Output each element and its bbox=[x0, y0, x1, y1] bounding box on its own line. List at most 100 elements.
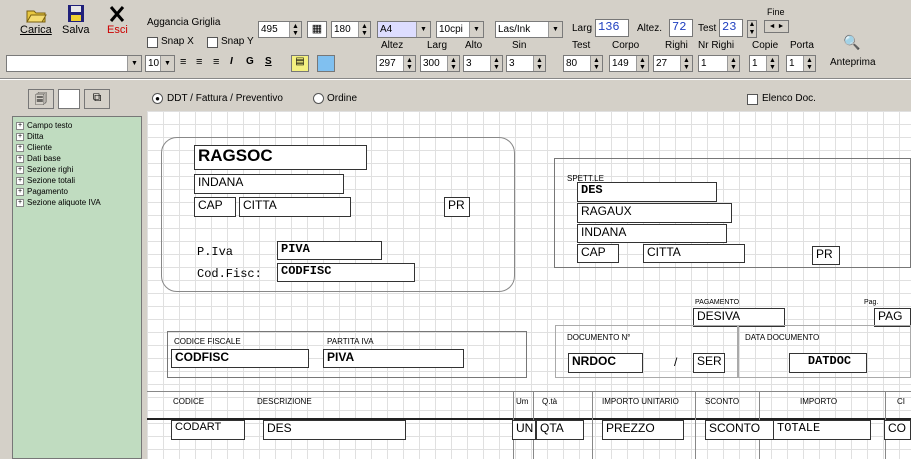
field-nrdoc[interactable]: NRDOC bbox=[568, 353, 643, 373]
paper-select[interactable]: A4 ▼ bbox=[377, 21, 431, 38]
preview-icon[interactable]: 🔍 bbox=[843, 34, 860, 51]
italic-button[interactable]: I bbox=[230, 56, 233, 67]
grid-x-spinner[interactable]: 495 ▲ ▼ bbox=[258, 21, 302, 38]
tree-item[interactable]: + Ditta bbox=[13, 131, 141, 142]
expand-plus-icon[interactable]: + bbox=[16, 176, 24, 185]
expand-plus-icon[interactable]: + bbox=[16, 143, 24, 152]
field-pr[interactable]: PR bbox=[444, 197, 470, 217]
blank-box[interactable] bbox=[58, 89, 80, 109]
test-spinner[interactable]: 80 ▲ ▼ bbox=[563, 55, 603, 72]
field-piva[interactable]: PIVA bbox=[277, 241, 382, 260]
copie-spinner[interactable]: 1 ▲ ▼ bbox=[749, 55, 779, 72]
cpi-select[interactable]: 10cpi ▼ bbox=[436, 21, 484, 38]
h-porta: Porta bbox=[790, 40, 814, 51]
field-cap2[interactable]: CAP bbox=[577, 244, 619, 263]
esci-button[interactable]: Esci bbox=[107, 4, 128, 36]
expand-plus-icon[interactable]: + bbox=[16, 198, 24, 207]
printer-select[interactable]: Las/Ink ▼ bbox=[495, 21, 563, 38]
righi-header bbox=[147, 391, 911, 421]
field-codfisc[interactable]: CODFISC bbox=[277, 263, 415, 282]
test-label: Test bbox=[698, 23, 717, 34]
underline-button[interactable]: S bbox=[265, 56, 272, 67]
righi-spinner[interactable]: 27 ▲ ▼ bbox=[653, 55, 693, 72]
expand-plus-icon[interactable]: + bbox=[16, 132, 24, 141]
table-icon[interactable]: ▤ bbox=[291, 55, 309, 72]
expand-plus-icon[interactable]: + bbox=[16, 187, 24, 196]
sin-spinner[interactable]: 3 ▲ ▼ bbox=[506, 55, 546, 72]
field-sconto[interactable]: SCONTO bbox=[705, 420, 778, 440]
grid-icon[interactable]: ▦ bbox=[307, 21, 327, 38]
field-ragaux[interactable]: RAGAUX bbox=[577, 203, 732, 223]
field-codfisc2[interactable]: CODFISC bbox=[171, 349, 309, 368]
align-right-icon[interactable]: ≡ bbox=[213, 56, 219, 68]
properties-icon[interactable]: 🗐 bbox=[28, 89, 54, 109]
col-descrizione: DESCRIZIONE bbox=[257, 397, 312, 406]
field-piva2[interactable]: PIVA bbox=[323, 349, 464, 368]
fine-label: Fine bbox=[767, 7, 785, 17]
field-des[interactable]: DES bbox=[577, 182, 717, 202]
snapy-checkbox[interactable] bbox=[207, 37, 218, 48]
copy-icon[interactable]: ⧉ bbox=[84, 89, 110, 109]
carica-button[interactable]: Carica bbox=[20, 4, 52, 36]
field-citta2[interactable]: CITTA bbox=[643, 244, 745, 263]
altez-spinner[interactable]: 297 ▲ ▼ bbox=[376, 55, 416, 72]
field-ser[interactable]: SER bbox=[693, 353, 725, 373]
field-citta[interactable]: CITTA bbox=[239, 197, 351, 217]
field-indana[interactable]: INDANA bbox=[194, 174, 344, 194]
tree-item[interactable]: + Pagamento bbox=[13, 186, 141, 197]
altez-value[interactable]: 72 bbox=[669, 19, 693, 37]
field-cap[interactable]: CAP bbox=[194, 197, 236, 217]
nrrighi-spinner[interactable]: 1 ▲ ▼ bbox=[698, 55, 740, 72]
field-codart[interactable]: CODART bbox=[171, 420, 245, 440]
expand-plus-icon[interactable]: + bbox=[16, 165, 24, 174]
font-select[interactable]: ▼ bbox=[6, 55, 142, 72]
field-qta[interactable]: QTA bbox=[536, 420, 584, 440]
field-prezzo[interactable]: PREZZO bbox=[602, 420, 684, 440]
tree-item[interactable]: + Cliente bbox=[13, 142, 141, 153]
snapy-label: Snap Y bbox=[221, 36, 254, 47]
tree-item-label: Sezione righi bbox=[27, 165, 74, 174]
expand-plus-icon[interactable]: + bbox=[16, 121, 24, 130]
grid-y-spinner[interactable]: 180 ▲ ▼ bbox=[331, 21, 371, 38]
design-canvas[interactable]: RAGSOC INDANA CAP CITTA PR P.Iva PIVA Co… bbox=[147, 111, 911, 459]
tree-item-label: Ditta bbox=[27, 132, 44, 141]
fontsize-select[interactable]: 10 ▼ bbox=[145, 55, 175, 72]
tree-item-label: Cliente bbox=[27, 143, 52, 152]
field-un[interactable]: UN bbox=[512, 420, 536, 440]
field-tree[interactable]: + Campo testo + Ditta + Cliente + Dati base + Sez… bbox=[12, 116, 142, 459]
field-datdoc[interactable]: DATDOC bbox=[789, 353, 867, 373]
porta-spinner[interactable]: 1 ▲ ▼ bbox=[786, 55, 816, 72]
test-value[interactable]: 23 bbox=[719, 19, 743, 37]
field-des2[interactable]: DES bbox=[263, 420, 406, 440]
tree-item[interactable]: + Sezione righi bbox=[13, 164, 141, 175]
radio-ordine[interactable] bbox=[313, 93, 324, 104]
snapx-checkbox[interactable] bbox=[147, 37, 158, 48]
tree-item-label: Pagamento bbox=[27, 187, 68, 196]
corpo-spinner[interactable]: 149 ▲ ▼ bbox=[609, 55, 649, 72]
align-left-icon[interactable]: ≡ bbox=[180, 56, 186, 68]
tree-item[interactable]: + Dati base bbox=[13, 153, 141, 164]
field-ragsoc[interactable]: RAGSOC bbox=[194, 145, 367, 170]
tree-item[interactable]: + Sezione aliquote IVA bbox=[13, 197, 141, 208]
bold-button[interactable]: G bbox=[246, 56, 254, 67]
anteprima-button[interactable]: Anteprima bbox=[830, 57, 876, 68]
larg-value[interactable]: 136 bbox=[595, 19, 629, 37]
field-co[interactable]: CO bbox=[884, 420, 911, 440]
image-icon[interactable] bbox=[317, 55, 335, 72]
tree-item[interactable]: + Campo testo bbox=[13, 120, 141, 131]
elenco-checkbox[interactable] bbox=[747, 94, 758, 105]
tree-item[interactable]: + Sezione totali bbox=[13, 175, 141, 186]
field-totale[interactable]: TOTALE bbox=[773, 420, 871, 440]
test-stepper[interactable]: ▲ ▼ bbox=[747, 20, 757, 38]
salva-button[interactable]: Salva bbox=[62, 4, 90, 36]
field-indana2[interactable]: INDANA bbox=[577, 224, 727, 243]
expand-plus-icon[interactable]: + bbox=[16, 154, 24, 163]
col-qta: Q.tà bbox=[542, 397, 558, 406]
larg-spinner[interactable]: 300 ▲ ▼ bbox=[420, 55, 460, 72]
alto-spinner[interactable]: 3 ▲ ▼ bbox=[463, 55, 503, 72]
field-pr2[interactable]: PR bbox=[812, 246, 840, 265]
close-x-icon bbox=[110, 6, 125, 22]
fine-scroll[interactable]: ◄ ► bbox=[764, 20, 789, 33]
align-center-icon[interactable]: ≡ bbox=[196, 56, 202, 68]
radio-ddt[interactable]: ● bbox=[152, 93, 163, 104]
